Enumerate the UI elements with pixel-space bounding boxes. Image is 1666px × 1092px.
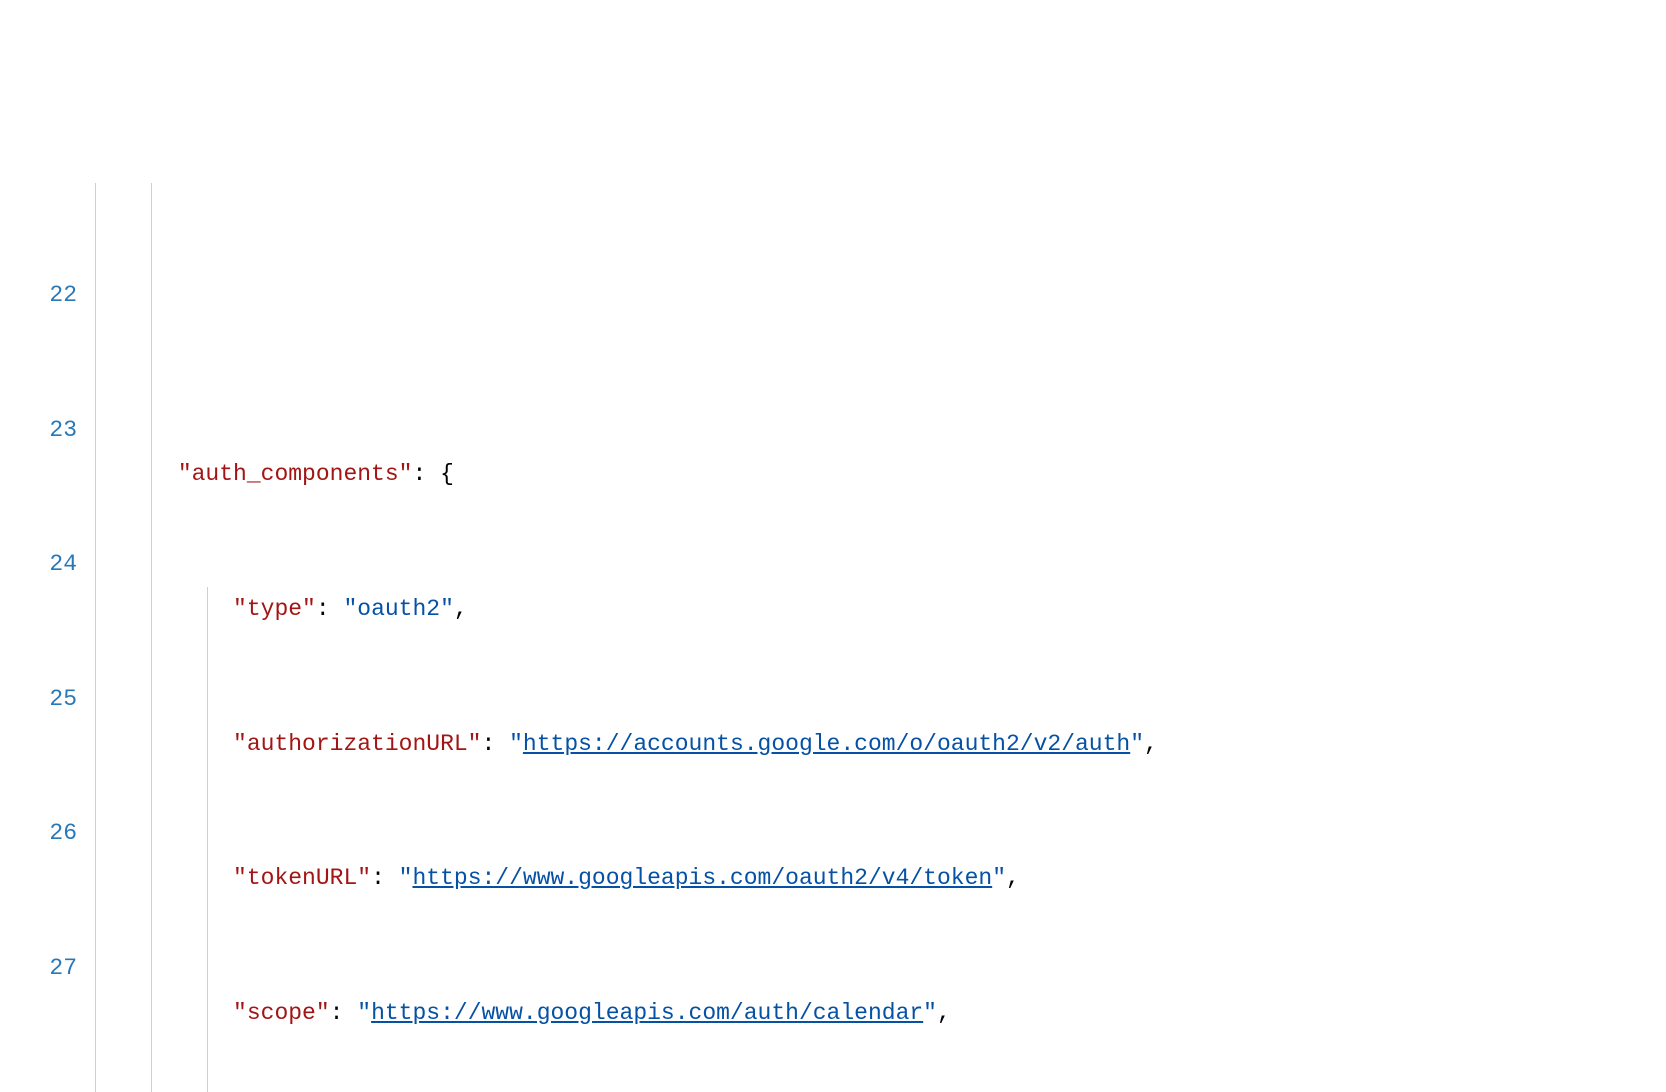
indent-guides — [95, 179, 178, 1092]
line-number: 27 — [0, 946, 77, 991]
url-link[interactable]: https://accounts.google.com/o/oauth2/v2/… — [523, 731, 1130, 757]
code-line-22: "auth_components": { — [95, 452, 1666, 497]
line-number: 22 — [0, 273, 77, 318]
url-link[interactable]: https://www.googleapis.com/auth/calendar — [371, 1000, 923, 1026]
line-number-gutter: 22 23 24 25 26 27 28 29 30 31 32 33 — [0, 179, 95, 1092]
code-line-23: "type": "oauth2", — [95, 587, 1666, 632]
line-number: 26 — [0, 811, 77, 856]
code-viewer: 22 23 24 25 26 27 28 29 30 31 32 33 "aut… — [0, 179, 1666, 1092]
code-content[interactable]: "auth_components": { "type": "oauth2", "… — [95, 179, 1666, 1092]
code-line-26: "scope": "https://www.googleapis.com/aut… — [95, 991, 1666, 1036]
url-link[interactable]: https://www.googleapis.com/oauth2/v4/tok… — [412, 865, 992, 891]
line-number: 25 — [0, 677, 77, 722]
code-line-24: "authorizationURL": "https://accounts.go… — [95, 722, 1666, 767]
line-number: 23 — [0, 408, 77, 453]
code-line-25: "tokenURL": "https://www.googleapis.com/… — [95, 856, 1666, 901]
line-number: 24 — [0, 542, 77, 587]
line-number: 28 — [0, 1080, 77, 1092]
